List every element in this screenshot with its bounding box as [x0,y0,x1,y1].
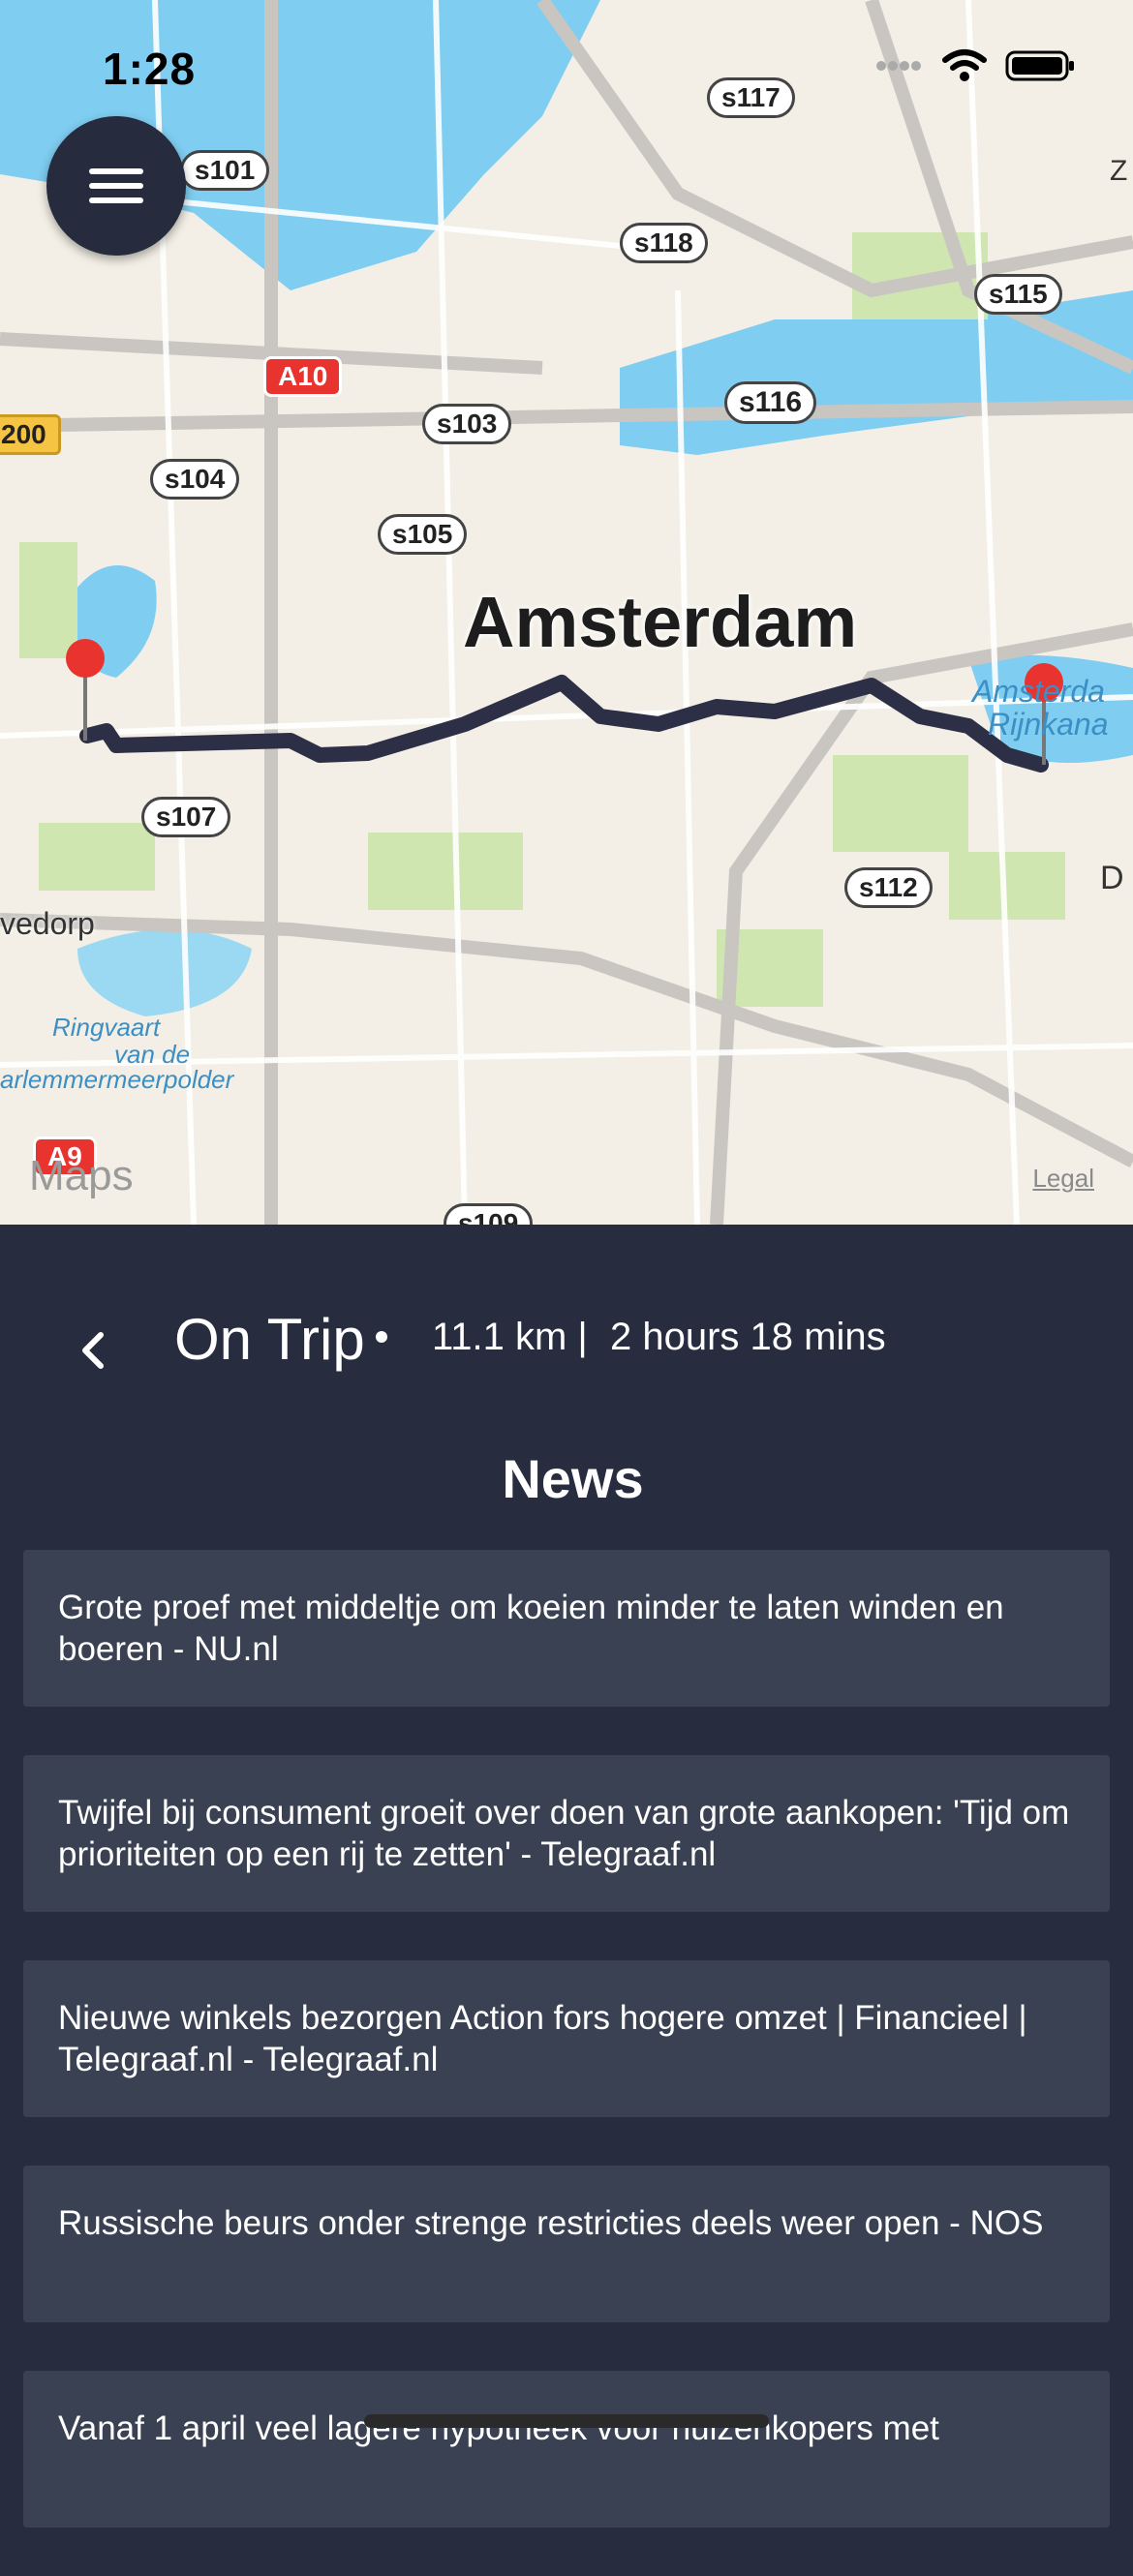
road-label: s116 [724,381,817,424]
road-label: s104 [150,459,240,500]
news-item-text: Russische beurs onder strenge restrictie… [58,2204,1044,2242]
road-label: s109 [444,1203,534,1225]
home-indicator[interactable] [364,2414,769,2428]
trip-title: On Trip [174,1307,365,1372]
news-item[interactable]: Grote proef met middeltje om koeien mind… [23,1550,1110,1707]
place-label: vedorp [0,906,95,941]
back-button[interactable] [72,1321,110,1379]
road-label: s105 [378,514,468,555]
wifi-icon [942,49,987,81]
chevron-left-icon [82,1332,104,1369]
status-time: 1:28 [103,44,197,94]
road-label: A10 [263,356,343,397]
menu-button[interactable] [46,116,186,256]
hamburger-icon [89,160,143,212]
road-label: s115 [974,274,1062,315]
news-heading: News [502,1448,644,1509]
road-label: s112 [844,867,933,908]
signal-dots-icon [876,61,921,71]
battery-icon [1005,50,1074,81]
trip-header: On Trip 11.1 km | 2 hours 18 mins [0,1225,1133,1457]
city-label: Amsterdam [463,582,858,662]
trip-duration: 2 hours 18 mins [610,1316,886,1358]
road-label: s101 [180,150,270,191]
news-item-text: Twijfel bij consument groeit over doen v… [58,1794,1070,1873]
road-label: s118 [620,223,708,263]
news-item[interactable]: Twijfel bij consument groeit over doen v… [23,1755,1110,1912]
news-item[interactable]: Nieuwe winkels bezorgen Action fors hoge… [23,1960,1110,2117]
trip-panel: On Trip 11.1 km | 2 hours 18 mins News G… [0,1225,1133,2528]
trip-distance: 11.1 km | [432,1316,588,1358]
place-label: Z [1110,155,1128,187]
place-label: D [1100,860,1124,896]
news-item[interactable]: Vanaf 1 april veel lagere hypotheek voor… [23,2371,1110,2528]
status-icons [875,48,1075,83]
road-label: s107 [141,797,231,837]
status-bar: 1:28 [0,0,1133,136]
separator-dot [376,1331,387,1343]
news-item-text: Grote proef met middeltje om koeien mind… [58,1589,1004,1668]
road-label: s103 [422,404,512,444]
legal-link[interactable]: Legal [1032,1164,1094,1194]
news-item-text: Nieuwe winkels bezorgen Action fors hoge… [58,1999,1027,2078]
news-item[interactable]: Russische beurs onder strenge restrictie… [23,2166,1110,2322]
place-label: Rijnkana [988,707,1109,742]
place-label: Amsterda [972,674,1105,709]
place-label: Ringvaart [52,1013,161,1042]
road-label: 200 [0,414,61,455]
place-label: arlemmermeerpolder [0,1065,234,1094]
maps-attribution: Maps [29,1152,134,1199]
